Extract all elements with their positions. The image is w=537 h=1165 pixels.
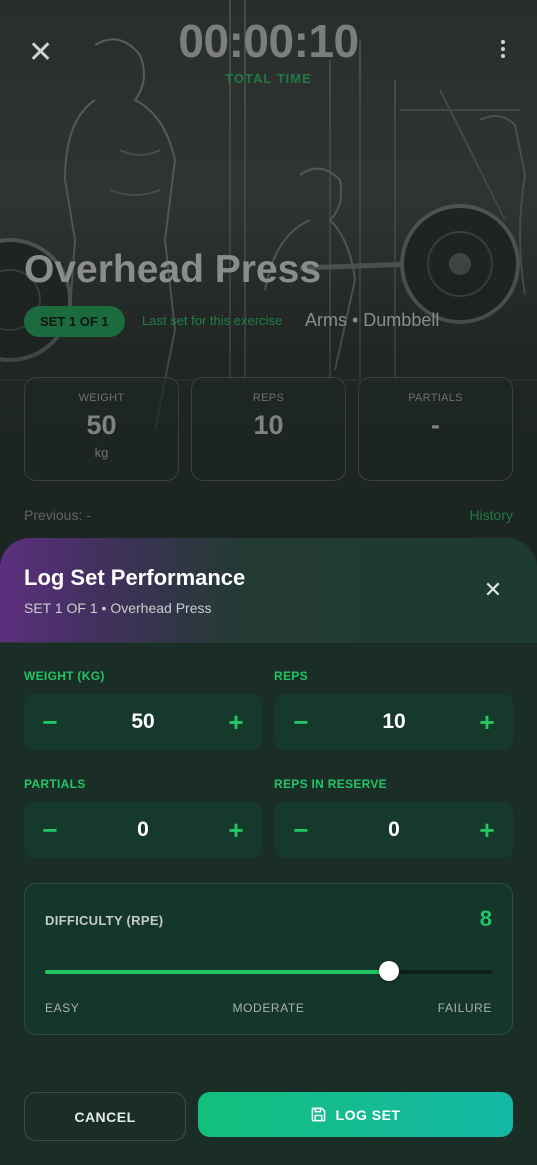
decrement-weight-button[interactable]: −: [40, 709, 60, 735]
reps-value[interactable]: 10: [382, 710, 405, 734]
log-set-label: LOG SET: [335, 1106, 401, 1123]
increment-weight-button[interactable]: +: [226, 709, 246, 735]
history-link[interactable]: History: [469, 507, 513, 523]
decrement-reps-button[interactable]: −: [291, 709, 311, 735]
exercise-title: Overhead Press: [24, 248, 322, 291]
sheet-subtitle: SET 1 OF 1 • Overhead Press: [24, 600, 212, 616]
rpe-label: DIFFICULTY (RPE): [45, 913, 164, 928]
reps-stat-card: REPS 10: [191, 377, 346, 481]
decrement-partials-button[interactable]: −: [40, 817, 60, 843]
save-icon: [311, 1107, 325, 1122]
exercise-meta: Arms • Dumbbell: [305, 310, 440, 330]
rpe-slider[interactable]: [45, 961, 492, 981]
stat-label: REPS: [252, 392, 285, 404]
reps-field-label: REPS: [274, 669, 308, 683]
cancel-button[interactable]: CANCEL: [24, 1092, 186, 1141]
sheet-close-button[interactable]: ✕: [473, 570, 513, 610]
weight-stat-card: WEIGHT 50 kg: [24, 377, 179, 481]
stat-label: WEIGHT: [78, 392, 125, 404]
partials-value[interactable]: 0: [137, 818, 149, 842]
stat-unit: kg: [94, 445, 109, 460]
weight-stepper: − 50 +: [24, 694, 262, 750]
sheet-header: Log Set Performance SET 1 OF 1 • Overhea…: [0, 538, 537, 642]
log-set-sheet: Log Set Performance SET 1 OF 1 • Overhea…: [0, 538, 537, 1165]
decrement-rir-button[interactable]: −: [291, 817, 311, 843]
weight-value[interactable]: 50: [131, 710, 154, 734]
rpe-slider-fill: [45, 970, 390, 974]
rir-stepper: − 0 +: [275, 802, 513, 858]
previous-set-text: Previous: -: [24, 507, 91, 523]
rir-field-label: REPS IN RESERVE: [274, 777, 387, 791]
increment-rir-button[interactable]: +: [477, 817, 497, 843]
close-icon: ✕: [483, 577, 503, 602]
total-time-display: 00:00:10: [178, 15, 359, 67]
stat-value: 50: [86, 410, 117, 440]
partials-stepper: − 0 +: [24, 802, 262, 858]
log-set-button[interactable]: LOG SET: [198, 1092, 513, 1137]
stat-value: -: [431, 410, 440, 440]
partials-stat-card: PARTIALS -: [358, 377, 513, 481]
reps-stepper: − 10 +: [275, 694, 513, 750]
sheet-title: Log Set Performance: [24, 565, 246, 590]
rpe-card: DIFFICULTY (RPE) 8 EASY MODERATE FAILURE: [24, 883, 513, 1035]
rpe-slider-thumb[interactable]: [379, 961, 400, 981]
last-set-note: Last set for this exercise: [142, 313, 283, 328]
increment-reps-button[interactable]: +: [477, 709, 497, 735]
set-badge: SET 1 OF 1: [24, 306, 125, 337]
rpe-tick-failure: FAILURE: [437, 1001, 492, 1015]
stat-value: 10: [253, 410, 284, 440]
total-time-label: TOTAL TIME: [225, 71, 312, 86]
rpe-value: 8: [479, 906, 492, 931]
stat-label: PARTIALS: [408, 392, 463, 404]
partials-field-label: PARTIALS: [24, 777, 86, 791]
increment-partials-button[interactable]: +: [226, 817, 246, 843]
rir-value[interactable]: 0: [388, 818, 400, 842]
divider: [0, 642, 537, 643]
weight-field-label: WEIGHT (KG): [24, 669, 105, 683]
